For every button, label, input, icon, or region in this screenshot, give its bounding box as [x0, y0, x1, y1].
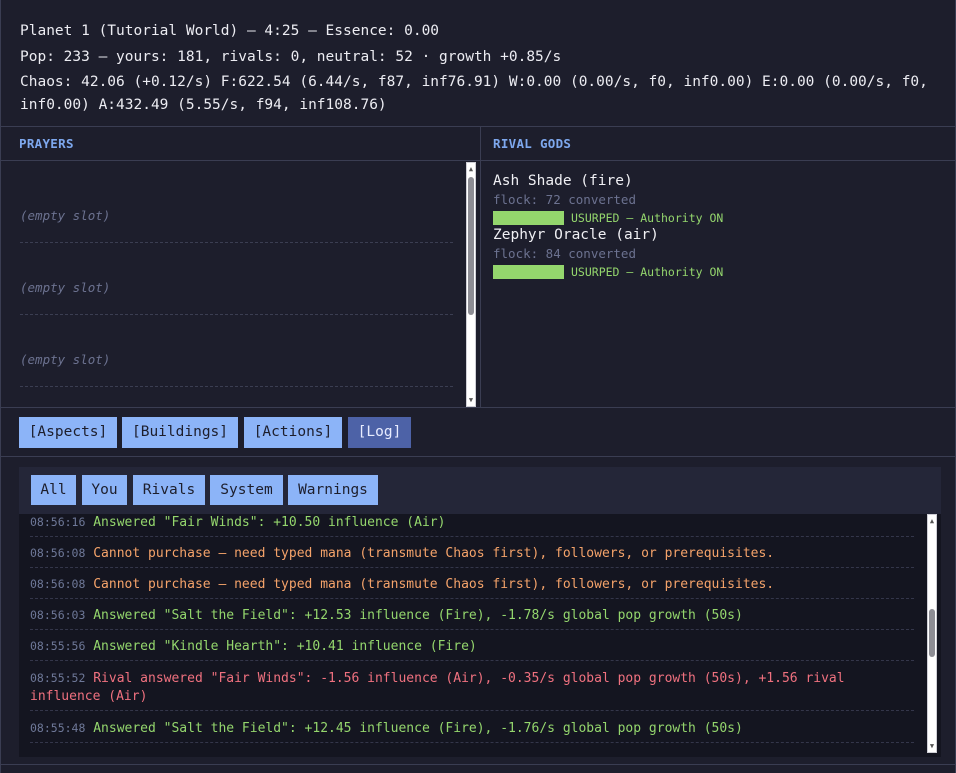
panels-bottom-divider	[0, 407, 956, 408]
tab-buildings[interactable]: [Buildings]	[122, 417, 238, 448]
prayer-slot[interactable]: (empty slot)	[20, 171, 453, 243]
rival-god-flock: flock: 72 converted	[493, 192, 636, 207]
prayer-slot[interactable]: (empty slot)	[20, 243, 453, 315]
rival-god-flock: flock: 84 converted	[493, 246, 636, 261]
log-entry: 08:55:52 Rival answered "Fair Winds": -1…	[30, 669, 914, 711]
log-entry: 08:56:16 Answered "Fair Winds": +10.50 i…	[30, 513, 914, 537]
tabs-divider	[0, 456, 956, 457]
status-header: Planet 1 (Tutorial World) — 4:25 — Essen…	[0, 0, 956, 127]
planet-status-line: Planet 1 (Tutorial World) — 4:25 — Essen…	[20, 23, 440, 39]
rival-god-status: USURPED — Authority ON	[571, 211, 724, 225]
log-message: Rival answered "Fair Winds": -1.56 influ…	[30, 671, 845, 704]
prayers-scroll-thumb[interactable]	[468, 177, 474, 315]
filter-all-button[interactable]: All	[31, 475, 76, 505]
log-message: Answered "Kindle Hearth": +10.41 influen…	[93, 639, 477, 654]
log-timestamp: 08:55:48	[30, 721, 86, 735]
prayer-slot-label: (empty slot)	[20, 280, 111, 295]
filter-system-button[interactable]: System	[210, 475, 283, 505]
rival-god-usurp-bar	[493, 211, 564, 225]
log-timestamp: 08:55:52	[30, 671, 86, 685]
scroll-down-arrow-icon[interactable]: ▼	[467, 395, 475, 405]
tab-log[interactable]: [Log]	[348, 417, 411, 448]
rival-god-name: Zephyr Oracle (air)	[493, 227, 659, 243]
footer-divider	[0, 764, 956, 765]
log-entry: 08:56:08 Cannot purchase — need typed ma…	[30, 544, 914, 568]
prayer-slot-label: (empty slot)	[20, 208, 111, 223]
tab-aspects[interactable]: [Aspects]	[19, 417, 117, 448]
log-message: Answered "Salt the Field": +12.53 influe…	[93, 608, 743, 623]
log-filter-bar: All You Rivals System Warnings	[19, 467, 941, 514]
header-divider	[0, 126, 956, 127]
panel-title-divider	[0, 160, 956, 161]
rival-gods-title: RIVAL GODS	[493, 136, 572, 151]
panel-separator	[480, 127, 481, 408]
rival-god-usurp-bar	[493, 265, 564, 279]
rival-god-status: USURPED — Authority ON	[571, 265, 724, 279]
scroll-up-arrow-icon[interactable]: ▲	[928, 516, 936, 526]
log-timestamp: 08:56:08	[30, 546, 86, 560]
log-message: Cannot purchase — need typed mana (trans…	[93, 546, 775, 561]
log-timestamp: 08:56:08	[30, 577, 86, 591]
scroll-down-arrow-icon[interactable]: ▼	[928, 741, 936, 751]
filter-rivals-button[interactable]: Rivals	[133, 475, 205, 505]
filter-you-button[interactable]: You	[82, 475, 127, 505]
log-message: Cannot purchase — need typed mana (trans…	[93, 577, 775, 592]
log-message: Answered "Salt the Field": +12.45 influe…	[93, 721, 743, 736]
log-entry: 08:55:48 Answered "Salt the Field": +12.…	[30, 719, 914, 743]
prayers-title: PRAYERS	[19, 136, 74, 151]
prayers-scrollbar[interactable]: ▲ ▼	[466, 162, 476, 407]
population-line: Pop: 233 — yours: 181, rivals: 0, neutra…	[20, 49, 562, 65]
rival-god-name: Ash Shade (fire)	[493, 173, 633, 189]
prayer-slot-label: (empty slot)	[20, 352, 111, 367]
prayer-slot[interactable]: (empty slot)	[20, 315, 453, 387]
log-scrollbar[interactable]: ▲ ▼	[927, 514, 937, 753]
log-panel: All You Rivals System Warnings 08:56:16 …	[19, 467, 941, 757]
log-message: Answered "Fair Winds": +10.50 influence …	[93, 515, 446, 530]
log-entry: 08:56:03 Answered "Salt the Field": +12.…	[30, 606, 914, 630]
tab-actions[interactable]: [Actions]	[244, 417, 342, 448]
mana-line: Chaos: 42.06 (+0.12/s) F:622.54 (6.44/s,…	[20, 74, 928, 113]
filter-warnings-button[interactable]: Warnings	[288, 475, 378, 505]
log-entry: 08:55:56 Answered "Kindle Hearth": +10.4…	[30, 637, 914, 661]
log-timestamp: 08:56:16	[30, 515, 86, 529]
log-timestamp: 08:55:56	[30, 639, 86, 653]
scroll-up-arrow-icon[interactable]: ▲	[467, 164, 475, 174]
log-entry: 08:56:08 Cannot purchase — need typed ma…	[30, 575, 914, 599]
log-scroll-thumb[interactable]	[929, 609, 935, 657]
log-timestamp: 08:56:03	[30, 608, 86, 622]
